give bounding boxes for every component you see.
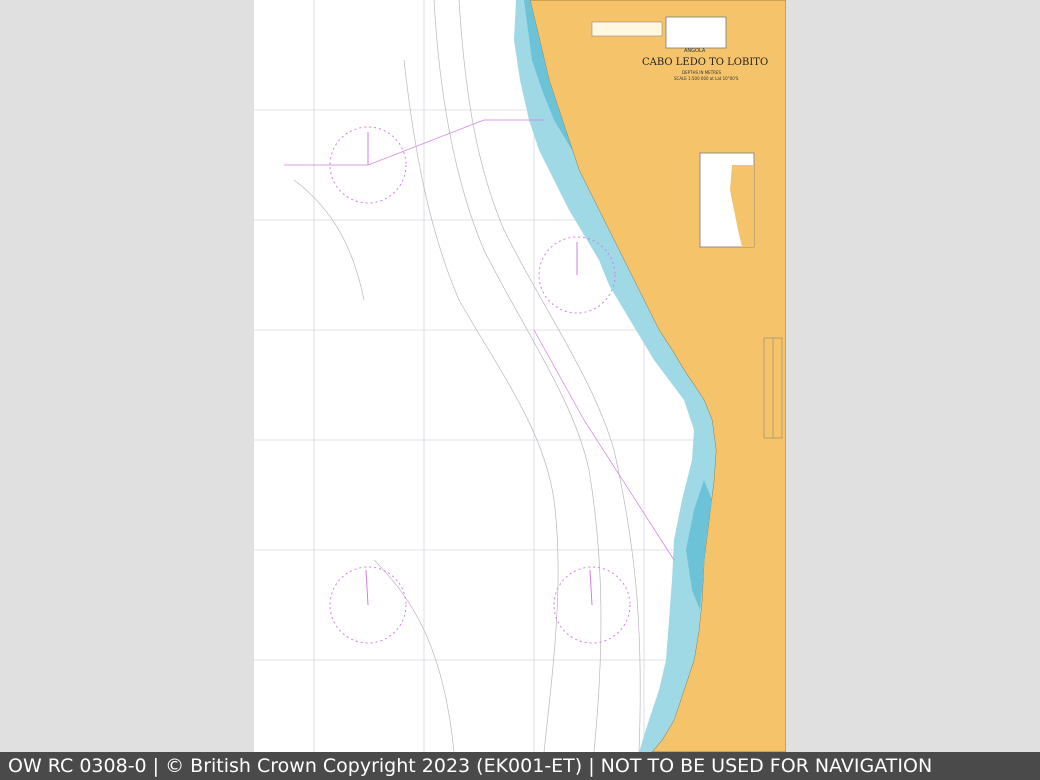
tidal-table xyxy=(591,21,663,37)
compass-rose-3 xyxy=(329,566,407,644)
inset-map xyxy=(699,152,755,248)
nautical-chart[interactable]: ANGOLA CABO LEDO TO LOBITO DEPTHS IN MET… xyxy=(254,0,786,752)
chart-title: CABO LEDO TO LOBITO xyxy=(642,57,769,68)
chart-viewer: ANGOLA CABO LEDO TO LOBITO DEPTHS IN MET… xyxy=(0,0,1040,780)
country-label: ANGOLA xyxy=(684,48,706,54)
compass-rose-4 xyxy=(553,566,631,644)
chart-scale-note: SCALE 1:500 000 at Lat 10°00'S xyxy=(674,76,739,81)
chart-graphic xyxy=(254,0,786,752)
copyright-footer: OW RC 0308-0 | © British Crown Copyright… xyxy=(0,752,1040,780)
chart-subtitle: DEPTHS IN METRES xyxy=(682,70,721,75)
title-panel-box xyxy=(665,16,727,49)
land-mass xyxy=(529,0,786,752)
